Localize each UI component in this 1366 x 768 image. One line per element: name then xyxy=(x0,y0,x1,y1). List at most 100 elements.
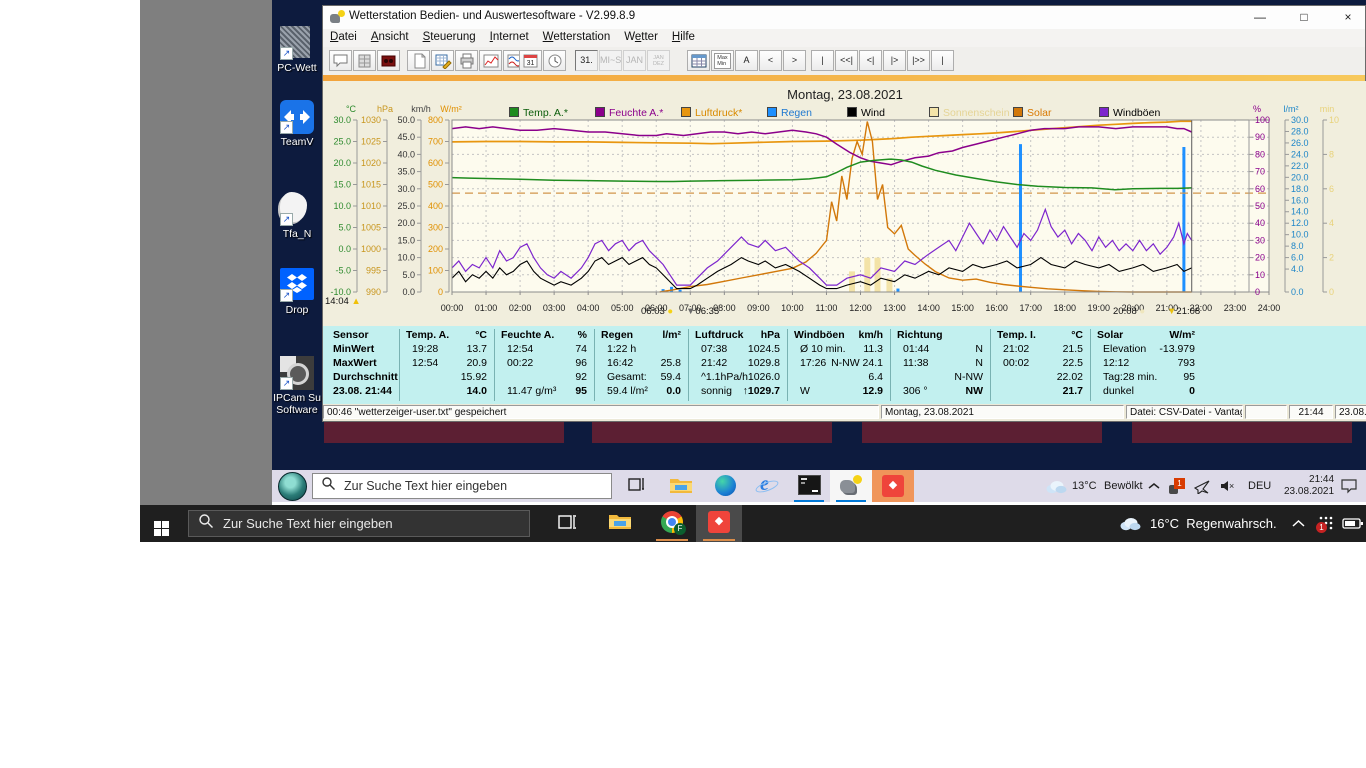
shortcut-arrow-icon: ↗ xyxy=(280,377,293,390)
battery-icon[interactable] xyxy=(1342,505,1364,542)
toolbar-button-[interactable]: <<| xyxy=(835,50,858,71)
teamviewer-icon[interactable]: ↗ xyxy=(280,100,314,134)
ipcam-icon[interactable]: ↗ xyxy=(280,356,314,390)
close-button[interactable]: × xyxy=(1331,8,1365,26)
pcwett-icon[interactable]: ↗ xyxy=(280,26,314,60)
edge-icon xyxy=(715,475,736,501)
table-cell: 11.3 xyxy=(792,343,883,355)
tray-clock[interactable]: 21:4423.08.2021 xyxy=(1284,470,1334,502)
start-button[interactable] xyxy=(278,472,307,506)
weather-cloud-icon[interactable] xyxy=(1118,505,1142,542)
folder-taskbar-button[interactable] xyxy=(597,505,643,542)
toolbar-button-[interactable]: | xyxy=(811,50,834,71)
table-cell: MinWert xyxy=(333,343,374,355)
mute-icon[interactable]: × xyxy=(1220,470,1237,502)
clock-button[interactable] xyxy=(543,50,566,71)
grid-badge-icon[interactable]: 1 xyxy=(1316,505,1335,542)
menu-datei[interactable]: Datei xyxy=(323,29,364,43)
annotation-2008: 20:08 ● xyxy=(1113,306,1145,317)
maximize-button[interactable]: □ xyxy=(1287,8,1321,26)
anydesk-taskbar-button[interactable]: ◆ xyxy=(696,505,742,542)
legend-swatch xyxy=(681,107,691,117)
svg-text:hPa: hPa xyxy=(377,104,393,114)
tray-condition[interactable]: Bewölkt xyxy=(1104,470,1143,502)
video-button[interactable] xyxy=(377,50,400,71)
task-view-light-taskbar-button[interactable] xyxy=(545,505,591,542)
svg-text:1025: 1025 xyxy=(361,137,381,147)
table-divider xyxy=(890,329,891,401)
printer-button[interactable] xyxy=(455,50,478,71)
menu-steuerung[interactable]: Steuerung xyxy=(416,29,483,43)
svg-text:×: × xyxy=(1229,481,1234,491)
svg-text:990: 990 xyxy=(366,287,381,297)
calendar-day-button[interactable]: 31 xyxy=(519,50,542,71)
weather-cloud-icon[interactable] xyxy=(1044,470,1068,502)
toolbar-button-[interactable]: < xyxy=(759,50,782,71)
weather-app-taskbar-button[interactable] xyxy=(830,470,872,502)
toolbar-button-[interactable]: <| xyxy=(859,50,882,71)
toolbar-button-a[interactable]: A xyxy=(735,50,758,71)
action-center-icon[interactable] xyxy=(1340,470,1358,502)
toolbar-button-31[interactable]: 31. xyxy=(575,50,598,71)
anydesk-icon: ◆ xyxy=(882,475,904,497)
language-indicator[interactable]: DEU xyxy=(1248,470,1271,502)
annotation-0603: 06:03 ● xyxy=(641,306,673,317)
table-cell: 74 xyxy=(499,343,587,355)
anydesk-taskbar-button[interactable]: ◆ xyxy=(872,470,914,502)
task-view-taskbar-button[interactable] xyxy=(616,470,658,502)
airplane-icon[interactable] xyxy=(1194,470,1211,502)
tray-temperature[interactable]: 13°C xyxy=(1072,470,1097,502)
line-chart-button[interactable] xyxy=(479,50,502,71)
chrome-taskbar-button[interactable]: F xyxy=(649,505,695,542)
edit-table-button[interactable] xyxy=(431,50,454,71)
svg-text:10.0: 10.0 xyxy=(1291,230,1309,240)
toolbar-button-[interactable]: | xyxy=(931,50,954,71)
page-button[interactable] xyxy=(407,50,430,71)
folder-taskbar-button[interactable] xyxy=(660,470,702,502)
search-input[interactable]: Zur Suche Text hier eingeben xyxy=(188,510,530,537)
menu-internet[interactable]: Internet xyxy=(483,29,536,43)
start-button[interactable] xyxy=(154,515,169,536)
search-input[interactable]: Zur Suche Text hier eingeben xyxy=(312,473,612,499)
table-cell: 6.4 xyxy=(792,371,883,383)
svg-text:18:00: 18:00 xyxy=(1053,303,1076,313)
svg-text:30.0: 30.0 xyxy=(333,115,351,125)
svg-text:l/m²: l/m² xyxy=(1284,104,1299,114)
svg-text:70: 70 xyxy=(1255,167,1265,177)
stats-table: SensorMinWertMaxWertDurchschnitt23.08. 2… xyxy=(323,326,1366,404)
tray-chevron-icon[interactable] xyxy=(1148,470,1160,502)
table-cell: Durchschnitt xyxy=(333,371,398,383)
toolbar-button-[interactable]: > xyxy=(783,50,806,71)
svg-text:°C: °C xyxy=(346,104,357,114)
speech-bubble-button[interactable] xyxy=(329,50,352,71)
tray-weather[interactable]: 16°C Regenwahrsch. xyxy=(1150,505,1277,542)
table-cell: 1024.5 xyxy=(693,343,780,355)
table-header-unit: km/h xyxy=(792,329,883,341)
menu-ansicht[interactable]: Ansicht xyxy=(364,29,416,43)
toolbar-button-[interactable]: |> xyxy=(883,50,906,71)
menu-hilfe[interactable]: Hilfe xyxy=(665,29,702,43)
ie-taskbar-button[interactable]: e xyxy=(746,470,788,502)
minimize-button[interactable]: — xyxy=(1243,8,1277,26)
wallpaper-band xyxy=(592,421,832,443)
menu-bar: DateiAnsichtSteuerungInternetWetterstati… xyxy=(323,29,1365,47)
maxmin-button[interactable]: MaxMin xyxy=(711,50,734,71)
menu-wetterstation[interactable]: Wetterstation xyxy=(536,29,618,43)
menu-wetter[interactable]: Wetter xyxy=(617,29,665,43)
svg-text:-5.0: -5.0 xyxy=(335,266,351,276)
svg-text:100: 100 xyxy=(1255,115,1270,125)
svg-text:1020: 1020 xyxy=(361,158,381,168)
toolbar-button-[interactable]: |>> xyxy=(907,50,930,71)
console-taskbar-button[interactable] xyxy=(788,470,830,502)
table-button[interactable] xyxy=(687,50,710,71)
dropbox-icon[interactable]: ↗ xyxy=(280,268,314,302)
title-bar[interactable]: Wetterstation Bedien- und Auswertesoftwa… xyxy=(323,6,1365,30)
svg-text:24:00: 24:00 xyxy=(1258,303,1281,313)
svg-text:60: 60 xyxy=(1255,184,1265,194)
edge-taskbar-button[interactable] xyxy=(704,470,746,502)
tfa-icon[interactable]: ↗ xyxy=(280,192,314,226)
tray-chevron-icon[interactable] xyxy=(1292,505,1305,542)
ledger-button[interactable] xyxy=(353,50,376,71)
svg-text:28.0: 28.0 xyxy=(1291,126,1309,136)
notification-badge-icon[interactable]: 1 xyxy=(1168,470,1185,502)
